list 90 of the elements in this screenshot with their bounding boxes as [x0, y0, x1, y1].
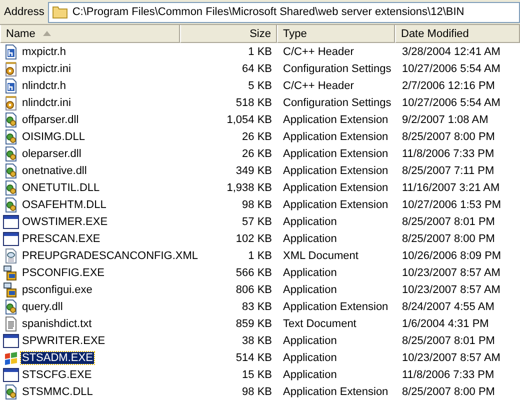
file-date: 10/23/2007 8:57 AM — [401, 284, 502, 296]
file-name[interactable]: PRESCAN.EXE — [21, 232, 102, 244]
file-name[interactable]: PSCONFIG.EXE — [21, 266, 106, 278]
address-label: Address — [4, 6, 44, 18]
file-size: 859 KB — [234, 318, 273, 330]
file-type: Application Extension — [282, 164, 390, 176]
file-type: Configuration Settings — [282, 62, 392, 74]
file-name[interactable]: STSMMC.DLL — [21, 386, 94, 398]
address-field[interactable]: C:\Program Files\Common Files\Microsoft Shared\web server extensions\12\BIN — [48, 2, 520, 22]
file-size: 102 KB — [234, 232, 273, 244]
file-date: 11/8/2006 7:33 PM — [401, 148, 496, 160]
file-name[interactable]: ONETUTIL.DLL — [21, 182, 101, 194]
file-type: Application — [282, 266, 338, 278]
file-name[interactable]: OSAFEHTM.DLL — [21, 198, 108, 210]
file-type: Application Extension — [282, 148, 390, 160]
file-type: XML Document — [282, 250, 360, 262]
file-date: 8/25/2007 8:00 PM — [401, 386, 496, 398]
file-date: 8/25/2007 7:11 PM — [401, 164, 496, 176]
file-size: 26 KB — [241, 130, 273, 142]
file-size: 98 KB — [241, 198, 273, 210]
file-size: 64 KB — [241, 62, 273, 74]
column-header[interactable]: Type — [277, 25, 395, 43]
file-size: 1 KB — [247, 46, 273, 58]
file-name[interactable]: nlindctr.h — [21, 80, 68, 92]
file-name[interactable]: mxpictr.h — [21, 46, 68, 58]
file-date: 8/25/2007 8:01 PM — [401, 216, 496, 228]
file-type: Application Extension — [282, 300, 390, 312]
file-type: Application — [282, 368, 338, 380]
file-size: 57 KB — [241, 216, 273, 228]
file-date: 9/2/2007 1:08 AM — [401, 114, 490, 126]
file-size: 514 KB — [234, 352, 273, 364]
file-name[interactable]: oleparser.dll — [21, 148, 82, 160]
file-type: Application Extension — [282, 386, 390, 398]
file-name[interactable]: STSCFG.EXE — [21, 368, 93, 380]
file-type: Text Document — [282, 318, 358, 330]
file-date: 2/7/2006 12:16 PM — [401, 80, 496, 92]
file-size: 26 KB — [241, 148, 273, 160]
file-name[interactable]: query.dll — [21, 300, 64, 312]
file-date: 10/27/2006 5:54 AM — [401, 62, 502, 74]
file-size: 349 KB — [234, 164, 273, 176]
column-header[interactable]: Size — [180, 25, 277, 43]
file-size: 518 KB — [234, 96, 273, 108]
file-type: Configuration Settings — [282, 96, 392, 108]
file-size: 1,938 KB — [226, 182, 273, 194]
file-size: 5 KB — [247, 80, 273, 92]
file-date: 8/25/2007 8:00 PM — [401, 232, 496, 244]
file-name[interactable]: OWSTIMER.EXE — [21, 216, 109, 228]
file-size: 806 KB — [234, 284, 273, 296]
file-date: 10/23/2007 8:57 AM — [401, 352, 502, 364]
file-date: 10/23/2007 8:57 AM — [401, 266, 502, 278]
file-type: Application Extension — [282, 114, 390, 126]
file-type: Application — [282, 352, 338, 364]
file-size: 38 KB — [241, 334, 273, 346]
file-name[interactable]: PREUPGRADESCANCONFIG.XML — [21, 250, 200, 262]
file-name[interactable]: psconfigui.exe — [21, 284, 94, 296]
file-date: 11/8/2006 7:33 PM — [401, 368, 496, 380]
file-type: Application Extension — [282, 198, 390, 210]
file-size: 15 KB — [241, 368, 273, 380]
file-name[interactable]: spanishdict.txt — [21, 318, 93, 330]
file-date: 1/6/2004 4:31 PM — [401, 318, 490, 330]
file-date: 11/16/2007 3:21 AM — [401, 182, 501, 194]
file-date: 10/26/2006 8:09 PM — [401, 250, 502, 262]
file-date: 10/27/2006 1:53 PM — [401, 198, 502, 210]
file-name[interactable]: onetnative.dll — [21, 164, 88, 176]
file-type: Application — [282, 334, 338, 346]
file-type: Application Extension — [282, 182, 390, 194]
file-date: 8/24/2007 4:55 AM — [401, 300, 496, 312]
file-name[interactable]: STSADM.EXE — [21, 352, 94, 364]
column-header[interactable]: Name — [0, 25, 180, 43]
file-size: 1,054 KB — [226, 114, 273, 126]
file-size: 83 KB — [241, 300, 273, 312]
file-name[interactable]: SPWRITER.EXE — [21, 334, 106, 346]
file-name[interactable]: nlindctr.ini — [21, 96, 72, 108]
column-header[interactable]: Date Modified — [395, 25, 520, 43]
folder-icon — [52, 5, 68, 19]
file-type: Application — [282, 232, 338, 244]
file-type: C/C++ Header — [282, 46, 355, 58]
file-name[interactable]: offparser.dll — [21, 114, 80, 126]
file-name[interactable]: OISIMG.DLL — [21, 130, 86, 142]
file-type: C/C++ Header — [282, 80, 355, 92]
file-size: 98 KB — [241, 386, 273, 398]
file-date: 8/25/2007 8:01 PM — [401, 334, 496, 346]
file-date: 8/25/2007 8:00 PM — [401, 130, 496, 142]
file-type: Application Extension — [282, 130, 390, 142]
file-type: Application — [282, 284, 338, 296]
file-type: Application — [282, 216, 338, 228]
file-size: 566 KB — [234, 266, 273, 278]
file-name[interactable]: mxpictr.ini — [21, 62, 72, 74]
file-date: 10/27/2006 5:54 AM — [401, 96, 502, 108]
file-date: 3/28/2004 12:41 AM — [401, 46, 502, 58]
